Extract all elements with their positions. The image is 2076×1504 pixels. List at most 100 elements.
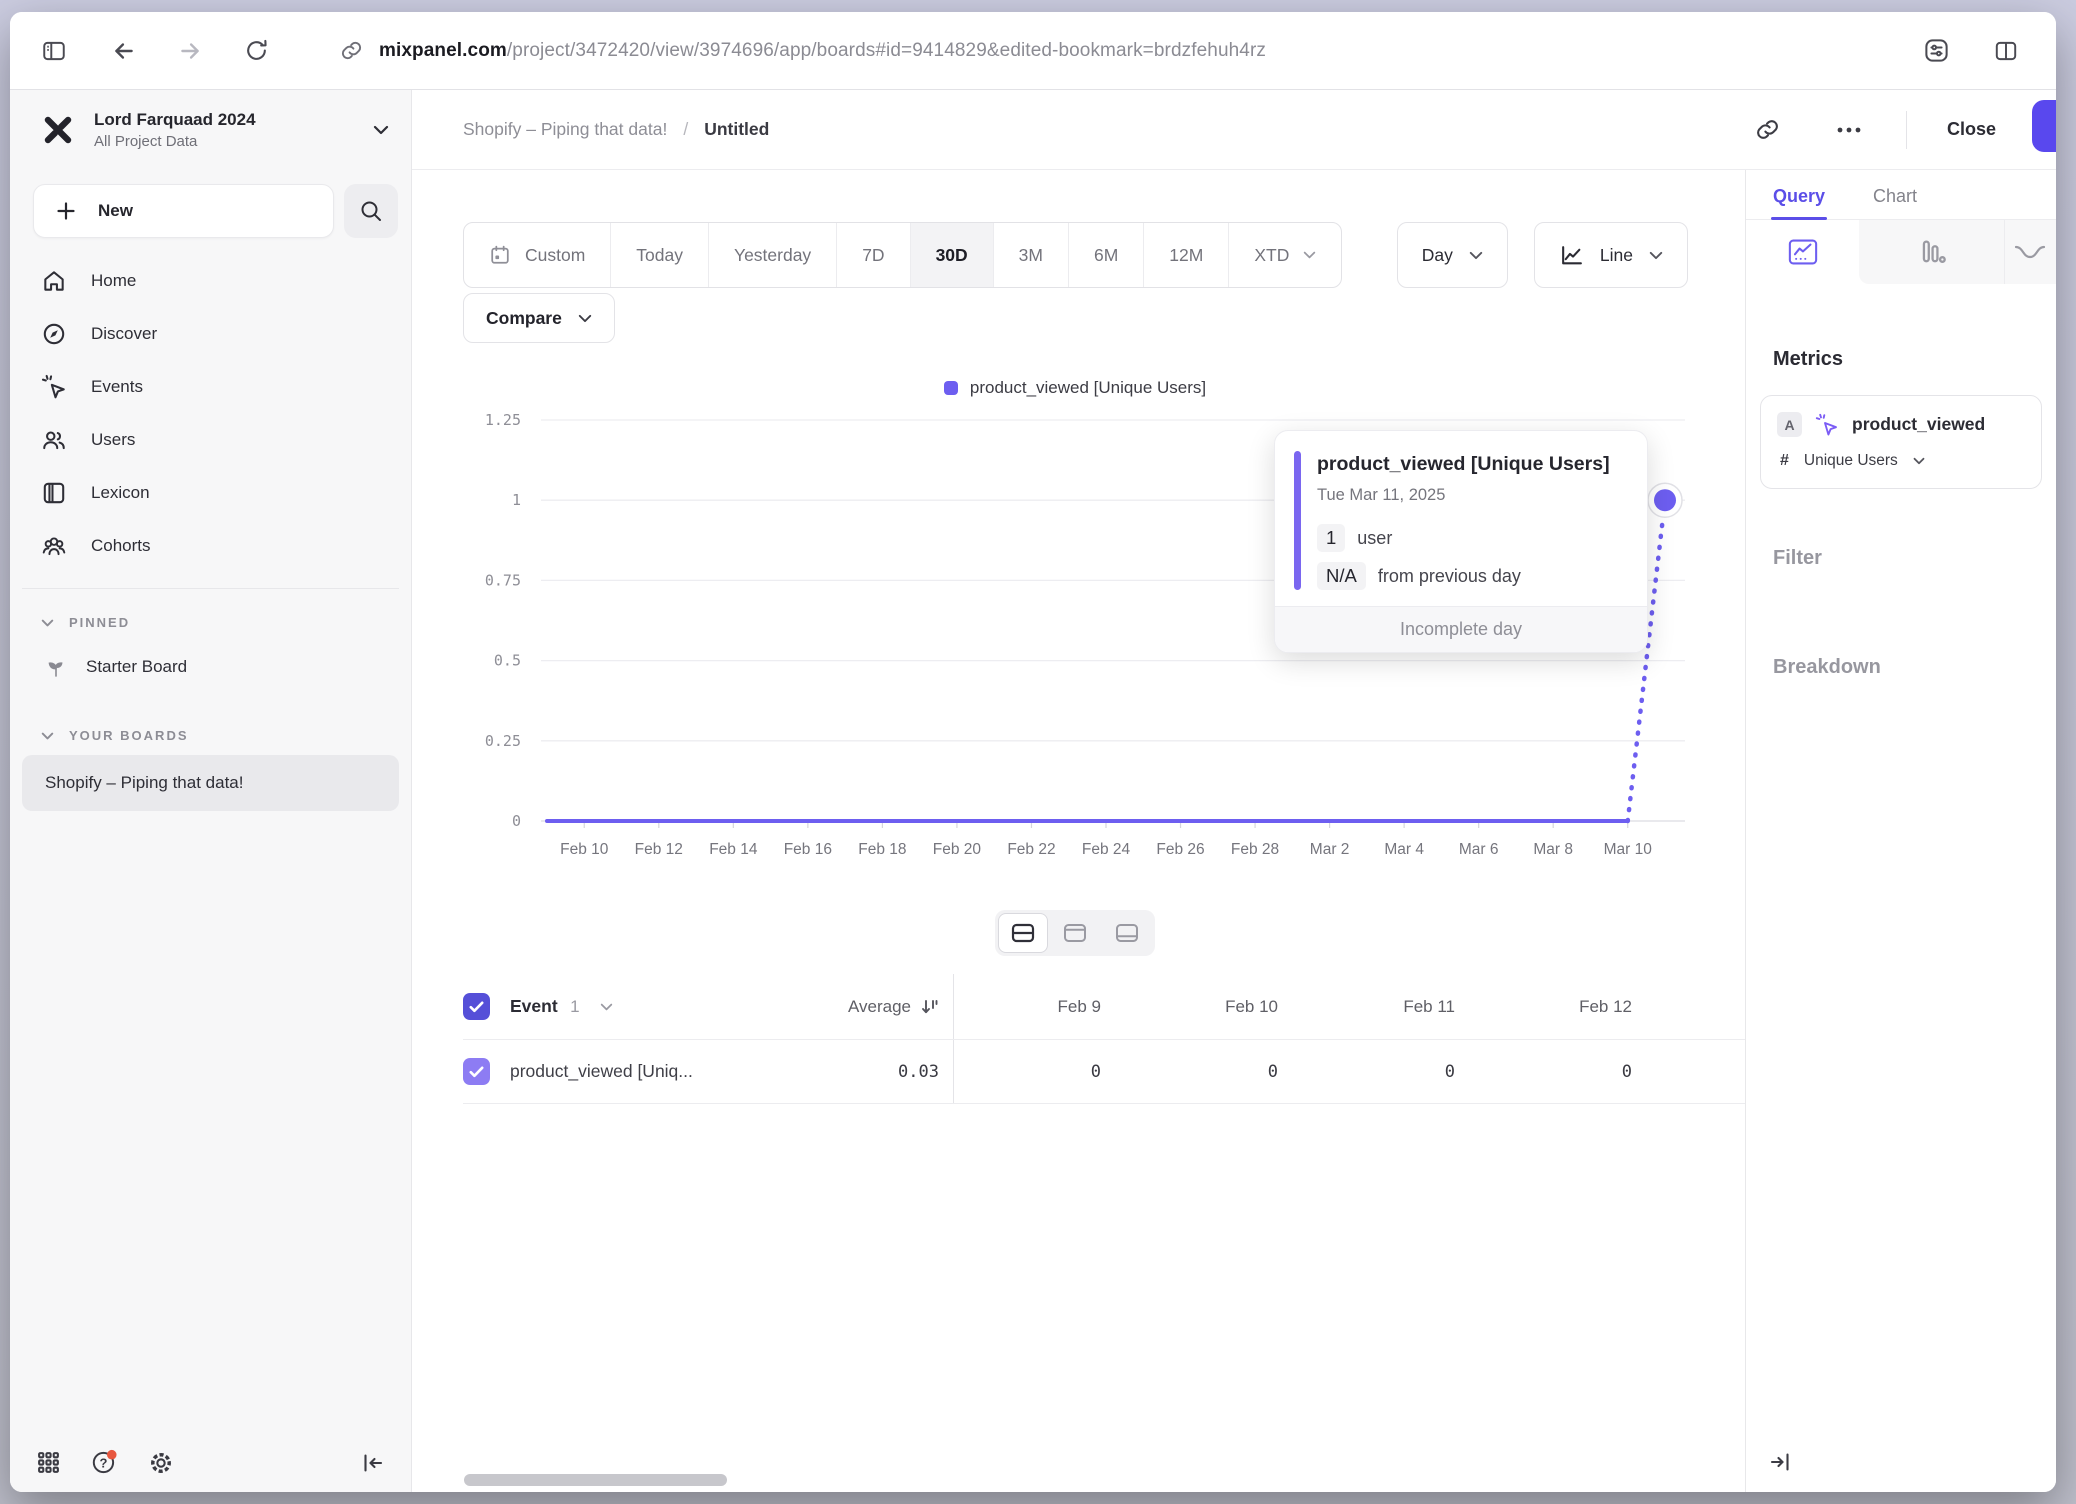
range-today[interactable]: Today [611,223,709,287]
day-column-label: Feb 10 [1131,974,1308,1039]
sidebar-item-cohorts[interactable]: Cohorts [10,519,411,572]
apps-grid-icon[interactable] [36,1450,61,1475]
close-button[interactable]: Close [1947,119,1996,140]
search-icon [359,199,383,223]
range-3m[interactable]: 3M [994,223,1069,287]
legend-label: product_viewed [Unique Users] [970,378,1206,398]
metrics-section-label: Metrics [1773,348,2056,371]
sidebar-item-board-shopify[interactable]: Shopify – Piping that data! [22,755,399,811]
more-options-icon[interactable] [1836,126,1862,134]
sidebar-item-discover[interactable]: Discover [10,307,411,360]
workspace-name: Lord Farquaad 2024 [94,110,373,130]
chevron-down-icon [1913,457,1925,465]
select-all-checkbox[interactable] [463,993,490,1020]
split-view-icon[interactable] [1984,29,2028,73]
pinned-section-header[interactable]: PINNED [10,615,411,630]
svg-text:Feb 16: Feb 16 [784,841,832,858]
layout-table-only-icon[interactable] [1102,913,1152,953]
breakdown-section-label[interactable]: Breakdown [1773,656,2056,679]
svg-text:Feb 28: Feb 28 [1231,841,1279,858]
sort-icon[interactable] [921,998,939,1016]
range-12m[interactable]: 12M [1144,223,1229,287]
day-column-label: Feb 9 [954,974,1131,1039]
range-30d-selected[interactable]: 30D [911,223,994,287]
collapse-sidebar-icon[interactable] [361,1451,385,1475]
calendar-icon [489,244,511,266]
range-7d[interactable]: 7D [837,223,910,287]
plus-icon [56,201,76,221]
new-button[interactable]: New [33,184,334,238]
settings-gear-icon[interactable] [148,1450,174,1476]
horizontal-scrollbar-thumb[interactable] [464,1474,727,1486]
row-average-value: 0.03 [898,1062,939,1082]
insights-report-tab[interactable] [1746,220,1859,284]
day-column-label: Feb 11 [1308,974,1485,1039]
breadcrumb-report-title[interactable]: Untitled [704,119,769,140]
workspace-switcher[interactable]: Lord Farquaad 2024 All Project Data [10,90,411,150]
average-column-label[interactable]: Average [848,997,911,1017]
cursor-sparkle-icon [41,374,67,400]
chevron-down-icon [41,619,54,627]
svg-text:Mar 2: Mar 2 [1310,841,1350,858]
layout-chart-only-icon[interactable] [1050,913,1100,953]
tooltip-delta-label: from previous day [1378,566,1521,587]
query-panel: Query Chart Metrics [1745,170,2056,1492]
users-icon [41,427,67,453]
help-icon[interactable]: ? [91,1449,118,1476]
browser-sidebar-toggle-icon[interactable] [32,29,76,73]
event-sparkle-icon [1815,413,1839,437]
funnels-report-tab[interactable] [1859,220,2004,284]
chart-style-dropdown[interactable]: Line [1534,222,1688,288]
legend-swatch [944,381,958,395]
retention-report-tab[interactable] [2004,220,2056,284]
svg-text:Feb 24: Feb 24 [1082,841,1131,858]
row-checkbox[interactable] [463,1058,490,1085]
svg-text:0: 0 [512,812,521,830]
chevron-down-icon[interactable] [600,1003,613,1011]
event-column-label: Event [510,996,558,1016]
layout-split-icon[interactable] [998,913,1048,953]
board-header: Shopify – Piping that data! / Untitled C… [412,90,2056,170]
save-button-partial[interactable] [2032,100,2056,152]
sidebar-item-events[interactable]: Events [10,360,411,413]
tooltip-title: product_viewed [Unique Users] [1317,453,1623,476]
browser-toolbar: mixpanel.com/project/3472420/view/397469… [10,12,2056,90]
svg-text:Feb 22: Feb 22 [1007,841,1055,858]
header-divider [1906,111,1907,149]
metric-card[interactable]: A product_viewed # Unique Users [1760,395,2042,489]
search-button[interactable] [344,184,398,238]
sidebar-item-starter-board[interactable]: Starter Board [10,640,411,694]
table-row[interactable]: product_viewed [Uniq... 0.03 0 0 0 0 [463,1040,1745,1104]
range-6m[interactable]: 6M [1069,223,1144,287]
chevron-down-icon [1469,251,1483,260]
sidebar-item-home[interactable]: Home [10,254,411,307]
tab-query[interactable]: Query [1773,186,1825,219]
page-link-icon [340,39,363,62]
sidebar-item-lexicon[interactable]: Lexicon [10,466,411,519]
granularity-dropdown[interactable]: Day [1397,222,1508,288]
svg-text:Feb 26: Feb 26 [1156,841,1204,858]
copy-link-icon[interactable] [1755,117,1780,142]
metric-aggregation-dropdown[interactable]: # Unique Users [1777,452,2027,470]
browser-extensions-icon[interactable] [1914,29,1958,73]
forward-icon[interactable] [168,29,212,73]
address-bar[interactable]: mixpanel.com/project/3472420/view/397469… [340,39,1266,62]
svg-text:1: 1 [512,491,521,509]
back-icon[interactable] [102,29,146,73]
tab-chart[interactable]: Chart [1873,186,1917,219]
breadcrumb-board[interactable]: Shopify – Piping that data! [463,119,667,140]
compare-dropdown[interactable]: Compare [463,293,615,343]
your-boards-section-header[interactable]: YOUR BOARDS [10,728,411,743]
range-yesterday[interactable]: Yesterday [709,223,837,287]
reload-icon[interactable] [234,29,278,73]
row-day-value: 0 [954,1040,1131,1103]
workspace-subtitle: All Project Data [94,133,373,150]
line-chart[interactable]: 00.250.50.7511.25Feb 10Feb 12Feb 14Feb 1… [455,403,1695,863]
svg-text:Feb 20: Feb 20 [933,841,982,858]
range-xtd[interactable]: XTD [1229,223,1341,287]
svg-text:0.5: 0.5 [494,652,521,670]
range-custom[interactable]: Custom [464,223,611,287]
sidebar-item-users[interactable]: Users [10,413,411,466]
filter-section-label[interactable]: Filter [1773,547,2056,570]
collapse-panel-icon[interactable] [1768,1450,1792,1474]
